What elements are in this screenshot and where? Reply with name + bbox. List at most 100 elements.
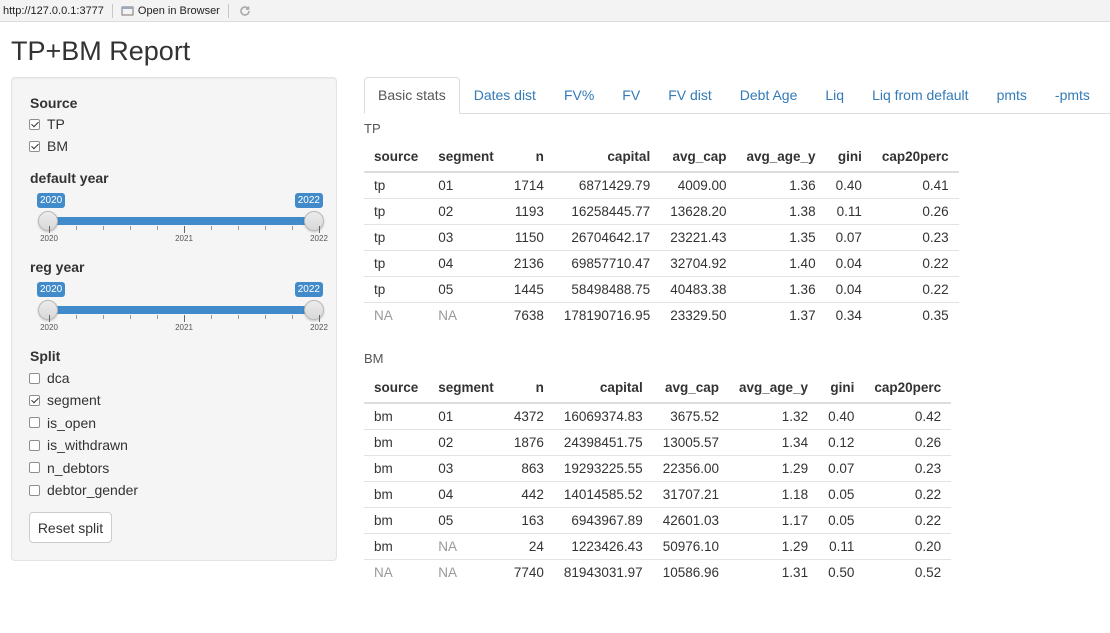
checkbox-label: segment <box>47 392 101 409</box>
table-cell-source: tp <box>364 275 429 302</box>
slider-selected-range[interactable] <box>39 306 321 314</box>
table-cell-capital: 178190716.95 <box>553 301 661 328</box>
checkbox-box[interactable] <box>29 118 40 130</box>
source-checkbox-tp[interactable]: TP <box>29 116 65 132</box>
slider-tick <box>130 226 131 230</box>
viewer-url[interactable]: http://127.0.0.1:3777 <box>3 5 104 17</box>
table-cell-capital: 1223426.43 <box>553 532 653 559</box>
table-cell-avg-age-y: 1.35 <box>736 223 826 250</box>
column-header-segment: segment <box>428 142 504 173</box>
table-cell-n: 2136 <box>503 249 554 276</box>
table-cell-n: 4372 <box>503 402 554 429</box>
table-cell-avg-cap: 42601.03 <box>652 506 730 533</box>
split-checkbox-dca[interactable]: dca <box>29 370 70 386</box>
checkbox-box[interactable] <box>29 462 40 474</box>
column-header-n: n <box>503 373 554 404</box>
tab-fv-dist[interactable]: FV dist <box>654 77 726 113</box>
column-header-gini: gini <box>825 142 872 173</box>
table-header-row: source segment n capital avg_cap avg_age_y gin… <box>364 142 959 173</box>
column-header-avg-age-y: avg_age_y <box>736 142 826 173</box>
table-cell-avg-cap: 13005.57 <box>652 428 730 455</box>
toolbar-divider <box>111 3 113 18</box>
table-cell-gini: 0.07 <box>825 223 872 250</box>
table-cell-n: 442 <box>503 480 554 507</box>
checkbox-box[interactable] <box>29 417 40 429</box>
source-checkbox-bm[interactable]: BM <box>29 138 68 154</box>
table-row: NA NA 7740 81943031.97 10586.96 1.31 0.50 0.52 <box>364 558 952 585</box>
table-cell-avg-age-y: 1.37 <box>736 301 826 328</box>
reg-year-slider[interactable]: 2020 2022 2020 2021 2022 <box>37 282 328 342</box>
column-header-capital: capital <box>553 373 653 404</box>
bm-stats-table: source segment n capital avg_cap avg_age_y gin… <box>364 373 952 585</box>
slider-tick-label: 2020 <box>40 323 58 332</box>
column-header-avg-age-y: avg_age_y <box>729 373 819 404</box>
reset-split-button[interactable]: Reset split <box>29 512 112 543</box>
tab-liq-from-default[interactable]: Liq from default <box>858 77 983 113</box>
slider-to-value: 2022 <box>294 282 323 297</box>
slider-ticks <box>49 226 321 234</box>
slider-tick <box>157 315 158 319</box>
table-cell-avg-cap: 40483.38 <box>660 275 737 302</box>
table-cell-source: tp <box>364 249 429 276</box>
tab-debt-age[interactable]: Debt Age <box>726 77 812 113</box>
tab-liq[interactable]: Liq <box>811 77 858 113</box>
table-row: bm 02 1876 24398451.75 13005.57 1.34 0.12 0.26 <box>364 428 952 455</box>
table-cell-segment: NA <box>428 301 504 328</box>
table-cell-avg-age-y: 1.38 <box>736 197 826 224</box>
tab-pmts[interactable]: pmts <box>983 77 1041 113</box>
tab-fv[interactable]: FV% <box>550 77 608 113</box>
slider-tick-label: 2022 <box>310 234 328 243</box>
checkbox-box[interactable] <box>29 484 40 496</box>
source-label: Source <box>30 95 78 111</box>
split-checkbox-n-debtors[interactable]: n_debtors <box>29 460 109 476</box>
page-title: TP+BM Report <box>11 36 191 66</box>
table-cell-gini: 0.07 <box>818 454 865 481</box>
slider-tick <box>76 226 77 230</box>
table-cell-n: 163 <box>503 506 554 533</box>
checkbox-box[interactable] <box>29 439 40 451</box>
table-cell-cap20perc: 0.35 <box>871 301 959 328</box>
checkbox-box[interactable] <box>29 394 40 406</box>
split-checkbox-is-withdrawn[interactable]: is_withdrawn <box>29 437 128 453</box>
column-header-cap20perc: cap20perc <box>864 373 952 404</box>
slider-tick <box>265 226 266 230</box>
open-in-browser-button[interactable]: Open in Browser <box>121 5 220 17</box>
column-header-avg-cap: avg_cap <box>660 142 737 173</box>
slider-selected-range[interactable] <box>39 217 321 225</box>
tab-basic-stats[interactable]: Basic stats <box>364 77 460 114</box>
checkbox-label: debtor_gender <box>47 482 139 498</box>
table-cell-cap20perc: 0.20 <box>864 532 952 559</box>
default-year-slider[interactable]: 2020 2022 2020 2021 2022 <box>37 193 328 253</box>
column-header-cap20perc: cap20perc <box>871 142 959 173</box>
checkbox-box[interactable] <box>29 140 40 152</box>
slider-tick <box>184 315 185 322</box>
table-cell-avg-cap: 23221.43 <box>660 223 737 250</box>
table-cell-source: bm <box>364 454 429 481</box>
slider-tick-label: 2021 <box>175 323 193 332</box>
table-cell-segment: 01 <box>428 171 504 198</box>
split-checkbox-is-open[interactable]: is_open <box>29 415 96 431</box>
table-cell-segment: NA <box>428 558 504 585</box>
table-row: tp 03 1150 26704642.17 23221.43 1.35 0.07 0.23 <box>364 223 959 250</box>
checkbox-label: TP <box>47 116 65 132</box>
table-cell-gini: 0.11 <box>818 532 865 559</box>
table-cell-n: 863 <box>503 454 554 481</box>
table-cell-gini: 0.05 <box>818 506 865 533</box>
table-row: bm NA 24 1223426.43 50976.10 1.29 0.11 0.20 <box>364 532 952 559</box>
slider-tick <box>319 226 320 233</box>
refresh-icon[interactable] <box>237 3 253 19</box>
tab-dates-dist[interactable]: Dates dist <box>460 77 550 113</box>
slider-tick <box>184 226 185 233</box>
table-cell-avg-age-y: 1.29 <box>729 454 819 481</box>
table-cell-segment: 05 <box>428 506 504 533</box>
slider-tick <box>211 226 212 230</box>
tab-pmts[interactable]: -pmts <box>1041 77 1104 113</box>
table-cell-capital: 58498488.75 <box>553 275 661 302</box>
tab-bar: Basic stats Dates dist FV% FV FV dist Debt Ag… <box>364 77 1110 114</box>
table-cell-avg-age-y: 1.32 <box>729 402 819 429</box>
tp-section-title: TP <box>364 121 381 136</box>
split-checkbox-debtor-gender[interactable]: debtor_gender <box>29 482 138 498</box>
tab-fv[interactable]: FV <box>608 77 654 113</box>
split-checkbox-segment[interactable]: segment <box>29 392 101 408</box>
checkbox-box[interactable] <box>29 372 40 384</box>
